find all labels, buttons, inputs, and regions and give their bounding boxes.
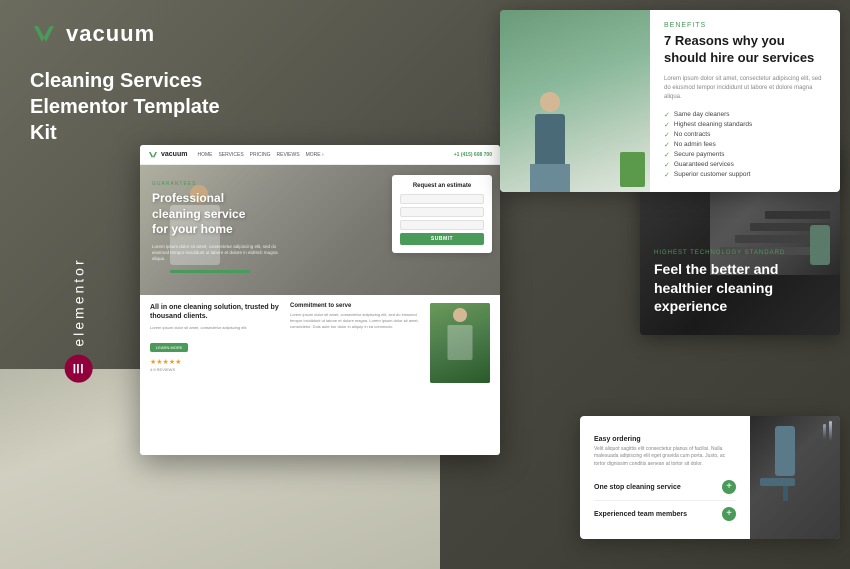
mockup-feature-title: All in one cleaning solution, trusted by… bbox=[150, 303, 282, 321]
experienced-team-item: Experienced team members bbox=[594, 501, 736, 527]
one-stop-content: One stop cleaning service bbox=[594, 484, 681, 491]
worker-head bbox=[453, 308, 467, 322]
info-card-content: BENEFITS 7 Reasons why you should hire o… bbox=[650, 10, 840, 192]
one-stop-title: One stop cleaning service bbox=[594, 484, 681, 491]
nav-link-services[interactable]: SERVICES bbox=[218, 152, 243, 158]
info-card-subtitle: BENEFITS bbox=[664, 22, 826, 29]
steam-cleaner-image bbox=[760, 426, 810, 496]
steam-wisp-1 bbox=[829, 421, 832, 441]
info-card-checklist: Same day cleaners Highest cleaning stand… bbox=[664, 110, 826, 180]
one-stop-expand-icon[interactable] bbox=[722, 480, 736, 494]
mockup-phone: +1 (415) 608 700 bbox=[454, 152, 492, 158]
info-card-image bbox=[500, 10, 650, 192]
bottom-card-inner: Easy ordering Velit aliquot sagittis eli… bbox=[580, 416, 840, 540]
mockup-navigation: vacuum HOME SERVICES PRICING REVIEWS MOR… bbox=[140, 145, 500, 165]
nav-link-reviews[interactable]: REVIEWS bbox=[277, 152, 300, 158]
elementor-badge: ☰ elementor bbox=[65, 257, 93, 382]
mockup-logo: vacuum bbox=[148, 150, 187, 160]
mockup-hero-section: GUARANTEES Professional cleaning service… bbox=[140, 165, 500, 295]
easy-ordering-desc: Velit aliquot sagittis elit consectetur … bbox=[594, 446, 736, 469]
mockup-v-icon bbox=[148, 150, 158, 160]
mockup-commitment-box: Commitment to serve Lorem ipsum dolor si… bbox=[290, 303, 422, 383]
easy-ordering-title: Easy ordering bbox=[594, 436, 736, 443]
nav-link-more[interactable]: MORE › bbox=[306, 152, 324, 158]
mockup-rating: ★★★★★ bbox=[150, 358, 282, 366]
info-card-description: Lorem ipsum dolor sit amet, consectetur … bbox=[664, 75, 826, 102]
list-item: Same day cleaners bbox=[664, 110, 826, 120]
brand-tagline: Cleaning Services Elementor Template Kit bbox=[30, 68, 250, 146]
mockup-form-submit-button[interactable]: SUBMIT bbox=[400, 233, 484, 245]
info-card-title: 7 Reasons why you should hire our servic… bbox=[664, 33, 826, 67]
one-stop-item: One stop cleaning service bbox=[594, 474, 736, 501]
mockup-feature-desc: Lorem ipsum dolor sit amet, consectetur … bbox=[150, 325, 282, 331]
mockup-feature-box: All in one cleaning solution, trusted by… bbox=[150, 303, 282, 383]
website-mockup: vacuum HOME SERVICES PRICING REVIEWS MOR… bbox=[140, 145, 500, 455]
mockup-hero-description: Lorem ipsum dolor sit amet, consectetur … bbox=[152, 244, 292, 263]
brand-name: vacuum bbox=[66, 21, 155, 47]
elementor-logo-icon: ☰ bbox=[65, 355, 93, 383]
elementor-label: elementor bbox=[71, 257, 87, 346]
mockup-lower-section: All in one cleaning solution, trusted by… bbox=[140, 295, 500, 391]
nav-link-home[interactable]: HOME bbox=[197, 152, 212, 158]
mockup-commitment-desc: Lorem ipsum dolor sit amet, consectetur … bbox=[290, 312, 422, 330]
experienced-team-content: Experienced team members bbox=[594, 511, 687, 518]
mockup-learn-more-button[interactable]: LEARN MORE bbox=[150, 343, 188, 352]
branding-area: vacuum Cleaning Services Elementor Templ… bbox=[30, 20, 250, 146]
mockup-form-phone-field[interactable] bbox=[400, 220, 484, 230]
mockup-worker-image bbox=[430, 303, 490, 383]
mockup-commitment-title: Commitment to serve bbox=[290, 303, 422, 309]
experienced-team-title: Experienced team members bbox=[594, 511, 687, 518]
logo-container: vacuum bbox=[30, 20, 250, 48]
mockup-form-title: Request an estimate bbox=[400, 183, 484, 189]
dark-card-content: HIGHEST TECHNOLOGY STANDARD Feel the bet… bbox=[654, 250, 826, 315]
info-card: BENEFITS 7 Reasons why you should hire o… bbox=[500, 10, 840, 192]
dark-card-title: Feel the better and healthier cleaning e… bbox=[654, 260, 826, 315]
nav-link-pricing[interactable]: PRICING bbox=[250, 152, 271, 158]
list-item: Superior customer support bbox=[664, 170, 826, 180]
easy-ordering-section: Easy ordering Velit aliquot sagittis eli… bbox=[594, 428, 736, 475]
v-logo-icon bbox=[30, 20, 58, 48]
mockup-form-email-field[interactable] bbox=[400, 207, 484, 217]
list-item: No contracts bbox=[664, 130, 826, 140]
mockup-rating-label: 4.9 REVIEWS bbox=[150, 367, 282, 372]
list-item: Secure payments bbox=[664, 150, 826, 160]
list-item: Highest cleaning standards bbox=[664, 120, 826, 130]
mockup-estimate-form: Request an estimate SUBMIT bbox=[392, 175, 492, 253]
bottom-card-content: Easy ordering Velit aliquot sagittis eli… bbox=[580, 416, 750, 540]
person-silhouette bbox=[520, 92, 580, 192]
list-item: No admin fees bbox=[664, 140, 826, 150]
mockup-nav-links: HOME SERVICES PRICING REVIEWS MORE › bbox=[197, 152, 443, 158]
cleaning-supplies-icon bbox=[620, 152, 645, 187]
bottom-info-card: Easy ordering Velit aliquot sagittis eli… bbox=[580, 416, 840, 540]
worker-body bbox=[448, 325, 473, 360]
steam-wisp-2 bbox=[823, 424, 826, 439]
bottom-right-image bbox=[750, 416, 840, 540]
mockup-form-name-field[interactable] bbox=[400, 194, 484, 204]
experienced-team-expand-icon[interactable] bbox=[722, 507, 736, 521]
list-item: Guaranteed services bbox=[664, 160, 826, 170]
dark-card-label: HIGHEST TECHNOLOGY STANDARD bbox=[654, 250, 826, 256]
